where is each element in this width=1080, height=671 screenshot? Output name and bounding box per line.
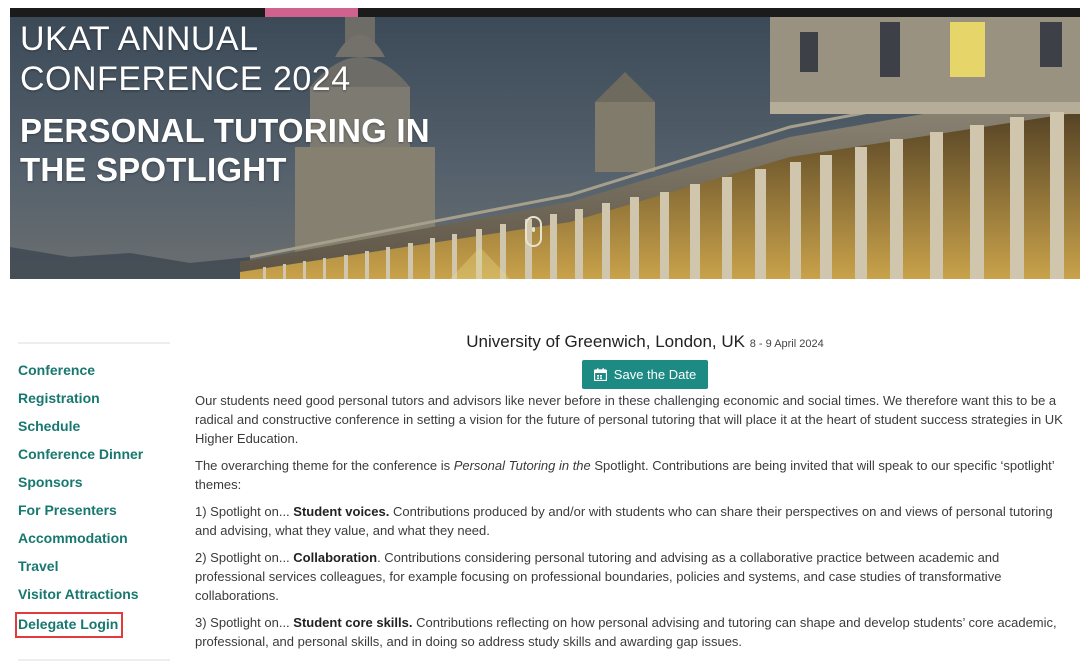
hero-title-line-2: CONFERENCE 2024 (20, 60, 351, 98)
location-text: University of Greenwich, London, UK (466, 332, 745, 351)
sidebar-item-delegate-login[interactable]: Delegate Login (15, 612, 124, 638)
sidebar-nav: Conference Registration Schedule Confere… (15, 360, 188, 638)
intro-paragraph: Our students need good personal tutors a… (195, 393, 1063, 446)
sidebar-item-travel[interactable]: Travel (18, 556, 188, 584)
hero-subtitle-line-1: PERSONAL TUTORING IN (20, 112, 430, 149)
save-date-row: Save the Date (225, 360, 1065, 389)
sidebar-item-conference[interactable]: Conference (18, 360, 188, 388)
save-the-date-label: Save the Date (613, 367, 697, 382)
spotlight-heading: Student core skills. (293, 615, 413, 630)
theme-prefix: The overarching theme for the conference… (195, 458, 454, 473)
hero-title-line-1: UKAT ANNUAL (20, 20, 259, 58)
event-dates: 8 - 9 April 2024 (749, 338, 824, 350)
save-the-date-button[interactable]: Save the Date (581, 360, 709, 389)
spotlight-item: 2) Spotlight on... Collaboration. Contri… (195, 548, 1065, 605)
sidebar-item-conference-dinner[interactable]: Conference Dinner (18, 444, 188, 472)
spotlight-heading: Student voices. (293, 504, 390, 519)
sidebar-divider-top (18, 342, 170, 344)
calendar-icon (593, 368, 607, 381)
spotlight-item: 1) Spotlight on... Student voices. Contr… (195, 502, 1065, 540)
spotlight-prefix: 2) Spotlight on... (195, 550, 294, 565)
spotlight-prefix: 3) Spotlight on... (195, 615, 294, 630)
theme-italic: Personal Tutoring in the (453, 458, 591, 473)
mouse-scroll-icon[interactable] (525, 216, 542, 247)
sidebar-divider-bottom (18, 659, 170, 661)
sidebar-item-registration[interactable]: Registration (18, 388, 188, 416)
sidebar-item-sponsors[interactable]: Sponsors (18, 472, 188, 500)
hero-subtitle: PERSONAL TUTORING IN THE SPOTLIGHT (20, 111, 430, 189)
spotlight-prefix: 1) Spotlight on... (195, 504, 294, 519)
sidebar-item-visitor-attractions[interactable]: Visitor Attractions (18, 584, 188, 612)
top-bar-accent (265, 8, 358, 17)
sidebar-item-schedule[interactable]: Schedule (18, 416, 188, 444)
main-content: University of Greenwich, London, UK 8 - … (195, 330, 1065, 659)
hero-banner: UKAT ANNUAL CONFERENCE 2024 PERSONAL TUT… (10, 17, 1080, 279)
hero-subtitle-line-2: THE SPOTLIGHT (20, 151, 287, 188)
spotlight-item: 3) Spotlight on... Student core skills. … (195, 613, 1065, 651)
sidebar-item-for-presenters[interactable]: For Presenters (18, 500, 188, 528)
theme-paragraph: The overarching theme for the conference… (195, 456, 1065, 494)
top-bar (10, 8, 1080, 17)
spotlight-heading: Collaboration (293, 550, 378, 565)
sidebar-item-accommodation[interactable]: Accommodation (18, 528, 188, 556)
hero-title: UKAT ANNUAL CONFERENCE 2024 (20, 19, 351, 99)
event-location: University of Greenwich, London, UK 8 - … (225, 330, 1065, 354)
